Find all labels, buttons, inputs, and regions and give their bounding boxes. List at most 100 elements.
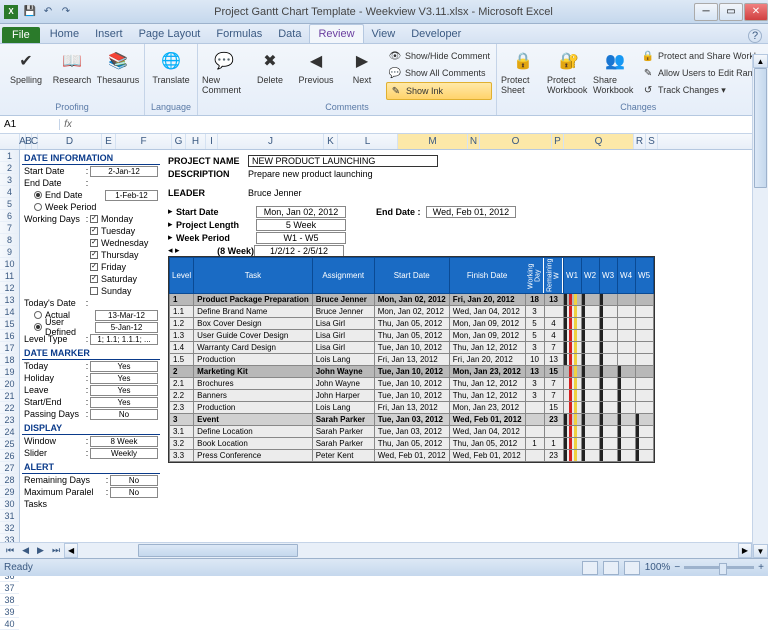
show-all-comments-button[interactable]: 💬Show All Comments: [386, 65, 492, 81]
row-5[interactable]: 5: [0, 198, 19, 210]
cell-finish[interactable]: Wed, Feb 01, 2012: [449, 414, 525, 426]
table-row[interactable]: 1.4Warranty Card DesignLisa GirlTue, Jan…: [170, 342, 654, 354]
cell-start[interactable]: Thu, Jan 05, 2012: [374, 438, 449, 450]
cell-finish[interactable]: Thu, Jan 05, 2012: [449, 438, 525, 450]
gantt-cell[interactable]: [581, 342, 599, 354]
cell-lvl[interactable]: 2.2: [170, 390, 194, 402]
cell-finish[interactable]: Mon, Jan 09, 2012: [449, 318, 525, 330]
research-button[interactable]: 📖Research: [50, 46, 94, 101]
th-assignment[interactable]: Assignment: [312, 258, 374, 294]
gantt-cell[interactable]: [635, 450, 653, 462]
gantt-cell[interactable]: [635, 294, 653, 306]
row-23[interactable]: 23: [0, 414, 19, 426]
protect-workbook-button[interactable]: 🔐Protect Workbook: [547, 46, 591, 101]
row-28[interactable]: 28: [0, 474, 19, 486]
gantt-cell[interactable]: [581, 426, 599, 438]
th-level[interactable]: Level: [170, 258, 194, 294]
translate-button[interactable]: 🌐Translate: [149, 46, 193, 101]
startend-marker[interactable]: Yes: [90, 397, 158, 408]
cell-assign[interactable]: Bruce Jenner: [312, 294, 374, 306]
row-32[interactable]: 32: [0, 522, 19, 534]
cell-lvl[interactable]: 1.2: [170, 318, 194, 330]
leveltype-value[interactable]: 1; 1.1; 1.1.1; ...: [90, 334, 158, 345]
cell-rw[interactable]: 23: [544, 414, 563, 426]
th-w1[interactable]: W1: [563, 258, 581, 294]
gantt-cell[interactable]: [563, 426, 581, 438]
row-4[interactable]: 4: [0, 186, 19, 198]
cell-finish[interactable]: Wed, Jan 04, 2012: [449, 306, 525, 318]
cell-wd[interactable]: 1: [525, 438, 544, 450]
tab-insert[interactable]: Insert: [87, 25, 131, 43]
cell-start[interactable]: Fri, Jan 13, 2012: [374, 354, 449, 366]
cell-task[interactable]: Box Cover Design: [194, 318, 313, 330]
protect-share-button[interactable]: 🔒Protect and Share Workbook: [639, 48, 768, 64]
cell-wd[interactable]: 3: [525, 378, 544, 390]
gantt-cell[interactable]: [599, 354, 617, 366]
fx-icon[interactable]: fx: [60, 119, 76, 130]
allow-edit-ranges-button[interactable]: ✎Allow Users to Edit Ranges: [639, 65, 768, 81]
previous-comment-button[interactable]: ◀Previous: [294, 46, 338, 101]
col-m[interactable]: M: [398, 134, 468, 149]
gantt-cell[interactable]: [617, 306, 635, 318]
gantt-cell[interactable]: [635, 402, 653, 414]
vertical-scrollbar[interactable]: ▲ ▼: [752, 54, 768, 558]
gantt-cell[interactable]: [563, 378, 581, 390]
gantt-cell[interactable]: [635, 342, 653, 354]
enddate-radio[interactable]: [34, 191, 42, 199]
cell-lvl[interactable]: 3.1: [170, 426, 194, 438]
cell-rw[interactable]: 13: [544, 354, 563, 366]
cell-rw[interactable]: 4: [544, 330, 563, 342]
project-name[interactable]: NEW PRODUCT LAUNCHING: [248, 155, 438, 167]
table-row[interactable]: 1.5ProductionLois LangFri, Jan 13, 2012F…: [170, 354, 654, 366]
zoom-level[interactable]: 100%: [645, 562, 671, 573]
gantt-cell[interactable]: [635, 306, 653, 318]
cell-task[interactable]: Production: [194, 402, 313, 414]
table-row[interactable]: 3.3Press ConferencePeter KentWed, Feb 01…: [170, 450, 654, 462]
row-26[interactable]: 26: [0, 450, 19, 462]
maximize-button[interactable]: ▭: [719, 3, 743, 21]
cell-start[interactable]: Mon, Jan 02, 2012: [374, 306, 449, 318]
cell-task[interactable]: Production: [194, 354, 313, 366]
cell-task[interactable]: Brochures: [194, 378, 313, 390]
help-icon[interactable]: ?: [748, 29, 762, 43]
row-18[interactable]: 18: [0, 354, 19, 366]
row-14[interactable]: 14: [0, 306, 19, 318]
cell-start[interactable]: Tue, Jan 03, 2012: [374, 414, 449, 426]
saturday-checkbox[interactable]: ✓: [90, 275, 98, 283]
cell-lvl[interactable]: 1.4: [170, 342, 194, 354]
cell-finish[interactable]: Wed, Jan 04, 2012: [449, 426, 525, 438]
col-g[interactable]: G: [172, 134, 186, 149]
cell-finish[interactable]: Fri, Jan 20, 2012: [449, 354, 525, 366]
tab-home[interactable]: Home: [42, 25, 87, 43]
gantt-cell[interactable]: [635, 378, 653, 390]
col-h[interactable]: H: [186, 134, 206, 149]
actual-radio[interactable]: [34, 311, 42, 319]
gantt-cell[interactable]: [581, 414, 599, 426]
col-q[interactable]: Q: [564, 134, 634, 149]
cell-lvl[interactable]: 1.5: [170, 354, 194, 366]
row-29[interactable]: 29: [0, 486, 19, 498]
col-o[interactable]: O: [480, 134, 552, 149]
gantt-cell[interactable]: [581, 306, 599, 318]
cell-task[interactable]: Marketing Kit: [194, 366, 313, 378]
gantt-cell[interactable]: [563, 450, 581, 462]
slider-value[interactable]: Weekly: [90, 448, 158, 459]
gantt-cell[interactable]: [617, 330, 635, 342]
userdef-date[interactable]: 5-Jan-12: [95, 322, 158, 333]
gantt-cell[interactable]: [599, 378, 617, 390]
gantt-cell[interactable]: [563, 294, 581, 306]
view-pagebreak-icon[interactable]: [624, 561, 640, 575]
gantt-cell[interactable]: [617, 402, 635, 414]
cell-start[interactable]: Tue, Jan 10, 2012: [374, 390, 449, 402]
row-17[interactable]: 17: [0, 342, 19, 354]
cell-wd[interactable]: 10: [525, 354, 544, 366]
cell-wd[interactable]: 3: [525, 342, 544, 354]
gantt-cell[interactable]: [635, 438, 653, 450]
cell-wd[interactable]: 5: [525, 318, 544, 330]
gantt-cell[interactable]: [617, 450, 635, 462]
cell-assign[interactable]: Lisa Girl: [312, 342, 374, 354]
row-30[interactable]: 30: [0, 498, 19, 510]
cell-rw[interactable]: 1: [544, 438, 563, 450]
cell-wd[interactable]: [525, 450, 544, 462]
table-row[interactable]: 1.3User Guide Cover DesignLisa GirlThu, …: [170, 330, 654, 342]
